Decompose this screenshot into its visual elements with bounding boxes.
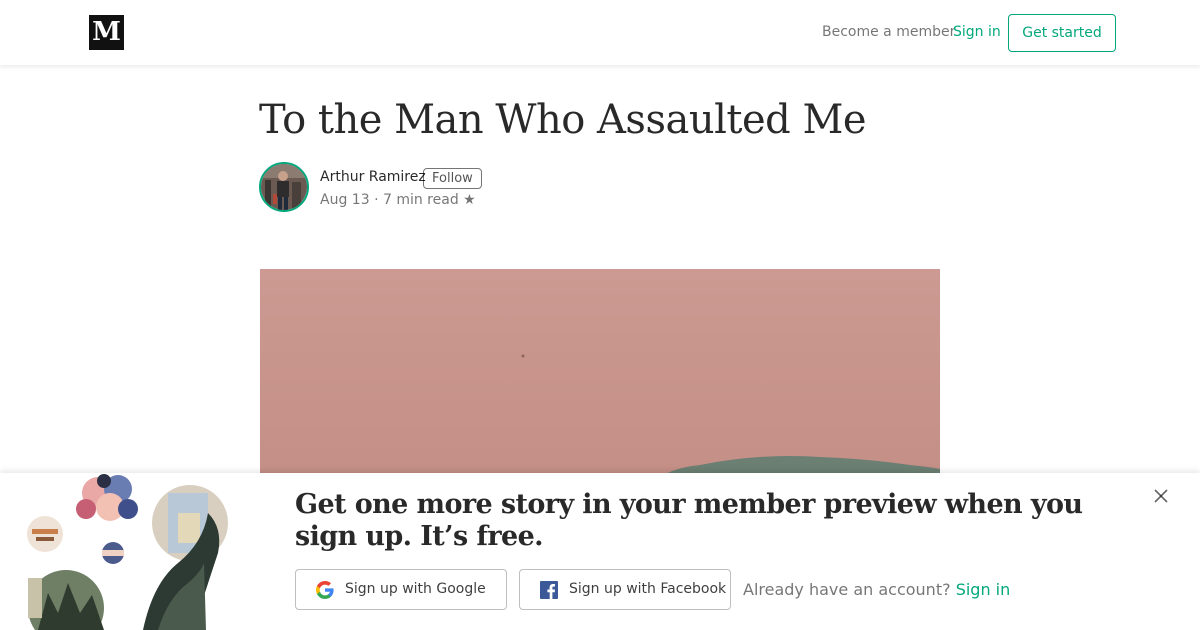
google-signup-button[interactable]: Sign up with Google — [295, 569, 507, 610]
author-name[interactable]: Arthur Ramirez — [320, 168, 426, 186]
article-meta: Aug 13 · 7 min read ★ — [320, 191, 476, 209]
already-text: Already have an account? — [743, 580, 951, 599]
star-icon: ★ — [463, 192, 476, 208]
google-icon — [316, 581, 334, 599]
google-signup-label: Sign up with Google — [345, 581, 486, 597]
author-avatar[interactable] — [259, 162, 309, 212]
banner-illustration — [27, 474, 228, 630]
publish-date: Aug 13 — [320, 192, 370, 208]
sign-in-link[interactable]: Sign in — [953, 23, 1001, 41]
facebook-icon — [540, 581, 558, 599]
signup-banner: Get one more story in your member previe… — [0, 473, 1200, 630]
follow-button[interactable]: Follow — [423, 168, 482, 189]
become-member-link[interactable]: Become a member — [822, 23, 955, 41]
article-title: To the Man Who Assaulted Me — [259, 97, 867, 143]
meta-separator: · — [374, 192, 379, 208]
banner-sign-in-link[interactable]: Sign in — [956, 580, 1011, 599]
get-started-button[interactable]: Get started — [1008, 14, 1116, 52]
facebook-signup-button[interactable]: Sign up with Facebook — [519, 569, 731, 610]
hero-image — [260, 269, 940, 489]
read-time: 7 min read — [382, 192, 459, 208]
already-have-account: Already have an account? Sign in — [743, 580, 1010, 600]
close-icon[interactable] — [1152, 487, 1170, 505]
banner-headline: Get one more story in your member previe… — [295, 489, 1083, 552]
top-nav: M Become a member Sign in Get started — [0, 0, 1200, 65]
medium-logo-icon[interactable]: M — [89, 15, 124, 50]
avatar-photo — [261, 164, 307, 210]
facebook-signup-label: Sign up with Facebook — [569, 581, 727, 597]
